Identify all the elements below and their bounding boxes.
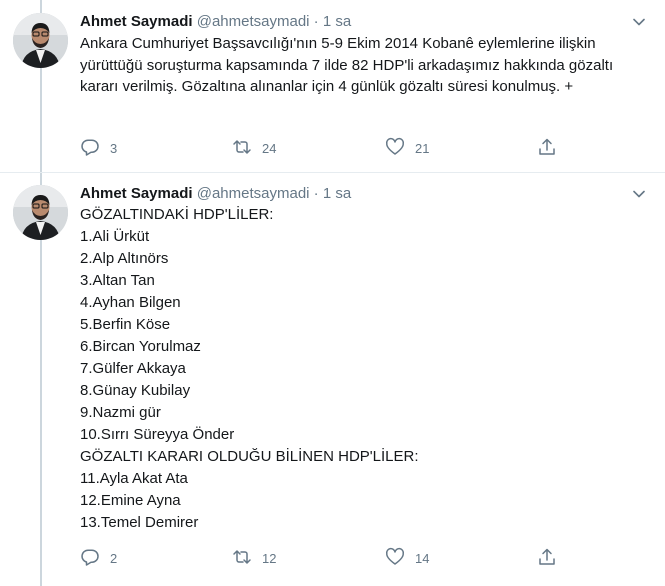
like-icon (385, 137, 405, 160)
avatar[interactable] (13, 185, 68, 240)
list-item: 4.Ayhan Bilgen (80, 294, 181, 311)
reply-icon (80, 547, 100, 570)
tweet-header: Ahmet Saymadi @ahmetsaymadi · 1 sa (80, 12, 649, 32)
tweet[interactable]: Ahmet Saymadi @ahmetsaymadi · 1 sa Ankar… (0, 0, 665, 173)
chevron-down-icon[interactable] (629, 184, 649, 204)
list-heading: GÖZALTINDAKİ HDP'LİLER: (80, 206, 274, 223)
list-item: 3.Altan Tan (80, 272, 155, 289)
tweet-time[interactable]: 1 sa (323, 13, 351, 30)
tweet-text: Ankara Cumhuriyet Başsavcılığı'nın 5-9 E… (80, 35, 614, 95)
tweet-time[interactable]: 1 sa (323, 185, 351, 202)
list-item: 5.Berfin Köse (80, 316, 171, 333)
author-handle[interactable]: @ahmetsaymadi (197, 13, 310, 30)
list-item: 13.Temel Demirer (80, 514, 199, 531)
like-count: 21 (415, 140, 430, 156)
reply-button[interactable]: 3 (80, 136, 117, 160)
list-item: 9.Nazmi gür (80, 404, 161, 421)
like-button[interactable]: 21 (385, 136, 429, 160)
list-item: 12.Emine Ayna (80, 492, 181, 509)
share-button[interactable] (537, 136, 557, 160)
retweet-button[interactable]: 12 (232, 546, 276, 570)
tweet-header: Ahmet Saymadi @ahmetsaymadi · 1 sa (80, 184, 649, 204)
retweet-button[interactable]: 24 (232, 136, 276, 160)
list-item: 11.Ayla Akat Ata (80, 470, 188, 487)
share-icon (537, 137, 557, 160)
author-name[interactable]: Ahmet Saymadi (80, 185, 193, 202)
list-item: 2.Alp Altınörs (80, 250, 169, 267)
reply-count: 2 (110, 550, 118, 566)
retweet-count: 12 (262, 550, 277, 566)
author-name[interactable]: Ahmet Saymadi (80, 13, 193, 30)
reply-count: 3 (110, 140, 118, 156)
list-item: 1.Ali Ürküt (80, 228, 150, 245)
tweet-text: GÖZALTINDAKİ HDP'LİLER: 1.Ali Ürküt 2.Al… (80, 204, 649, 534)
list-item: 8.Günay Kubilay (80, 382, 191, 399)
retweet-count: 24 (262, 140, 277, 156)
list-item: 10.Sırrı Süreyya Önder (80, 426, 235, 443)
reply-icon (80, 137, 100, 160)
like-count: 14 (415, 550, 430, 566)
author-handle[interactable]: @ahmetsaymadi (197, 185, 310, 202)
share-button[interactable] (537, 546, 557, 570)
tweet[interactable]: Ahmet Saymadi @ahmetsaymadi · 1 sa GÖZAL… (0, 172, 665, 586)
list-item: 7.Gülfer Akkaya (80, 360, 186, 377)
retweet-icon (232, 547, 252, 570)
list-heading: GÖZALTI KARARI OLDUĞU BİLİNEN HDP'LİLER: (80, 448, 419, 465)
like-button[interactable]: 14 (385, 546, 429, 570)
avatar[interactable] (13, 13, 68, 68)
like-icon (385, 547, 405, 570)
reply-button[interactable]: 2 (80, 546, 117, 570)
chevron-down-icon[interactable] (629, 12, 649, 32)
tweet-actions: 3 24 21 (80, 136, 560, 160)
retweet-icon (232, 137, 252, 160)
tweet-actions: 2 12 14 (80, 546, 560, 570)
separator-dot: · (313, 185, 319, 202)
separator-dot: · (313, 13, 319, 30)
list-item: 6.Bircan Yorulmaz (80, 338, 201, 355)
share-icon (537, 547, 557, 570)
